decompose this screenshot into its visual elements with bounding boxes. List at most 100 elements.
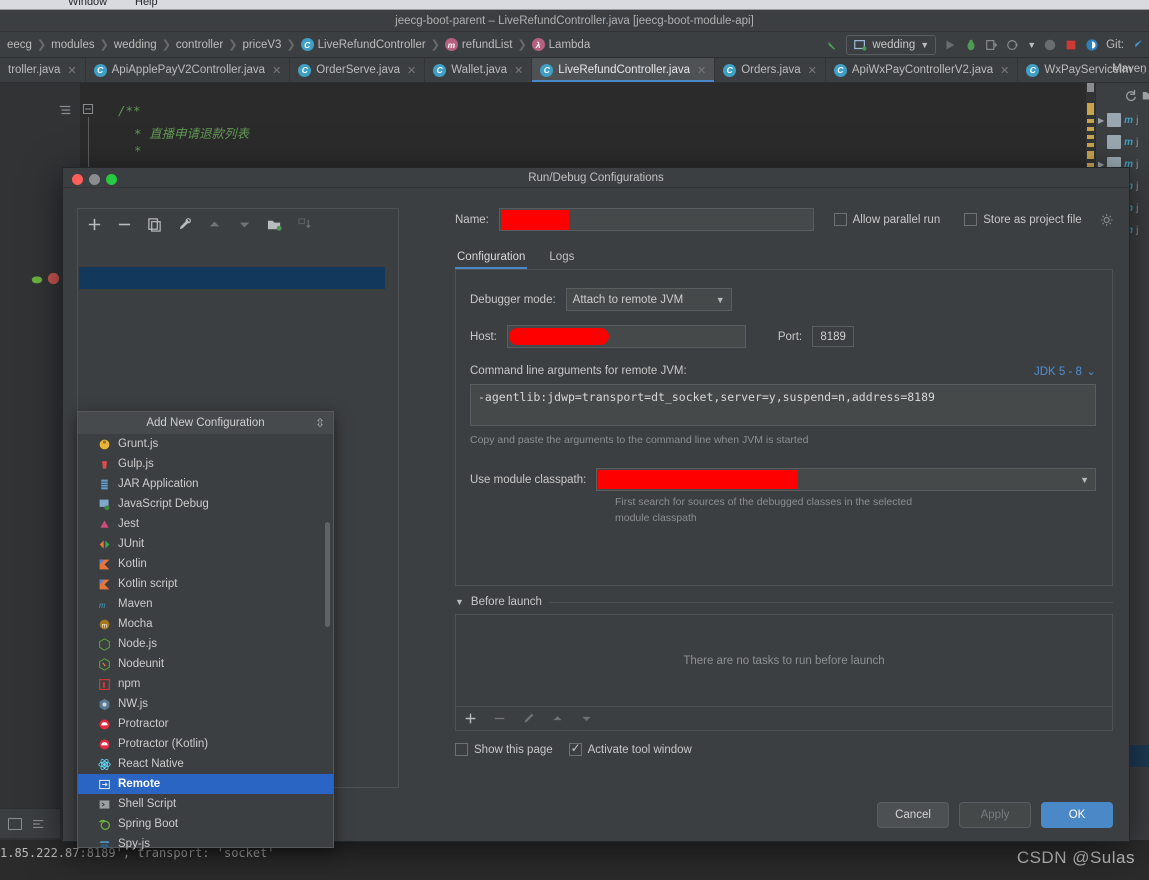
move-task-up-icon[interactable]: [551, 712, 564, 725]
checkbox-box-checked[interactable]: [568, 741, 582, 757]
folder-icon[interactable]: [1142, 89, 1149, 101]
fold-collapse-icon[interactable]: [82, 103, 94, 115]
breadcrumb-item[interactable]: C LiveRefundController: [296, 38, 431, 51]
git-update-icon[interactable]: [1131, 38, 1145, 52]
back-arrow-icon[interactable]: [825, 38, 839, 52]
list-item[interactable]: React Native: [78, 754, 333, 774]
breadcrumb-item[interactable]: eecg: [2, 39, 37, 51]
fold-lines-icon[interactable]: [58, 103, 72, 117]
editor-tab[interactable]: C Orders.java ✕: [715, 58, 826, 82]
structure-icon[interactable]: [32, 818, 46, 830]
list-item[interactable]: NW.js: [78, 694, 333, 714]
list-item[interactable]: Kotlin: [78, 554, 333, 574]
before-launch-header[interactable]: ▼ Before launch: [455, 596, 1113, 608]
close-icon[interactable]: ✕: [697, 64, 706, 77]
run-with-coverage-icon[interactable]: [985, 38, 999, 52]
folder-add-icon[interactable]: [267, 217, 282, 232]
search-everywhere-icon[interactable]: [1085, 38, 1099, 52]
debugger-mode-select[interactable]: Attach to remote JVM ▼: [565, 288, 732, 312]
maven-tree-row[interactable]: ▶ m j: [1098, 113, 1138, 127]
macos-menu-window[interactable]: Window: [68, 0, 107, 8]
apply-button[interactable]: Apply: [959, 801, 1031, 828]
list-item[interactable]: Protractor: [78, 714, 333, 734]
close-icon[interactable]: ✕: [272, 64, 281, 77]
run-icon[interactable]: [943, 38, 957, 52]
run-configuration-selector[interactable]: wedding ▼: [846, 35, 937, 55]
list-item[interactable]: Jest: [78, 514, 333, 534]
close-window-button[interactable]: [72, 174, 83, 185]
close-icon[interactable]: ✕: [514, 64, 523, 77]
allow-parallel-run-checkbox[interactable]: Allow parallel run: [833, 213, 940, 227]
list-item[interactable]: Spy-js: [78, 834, 333, 854]
port-input[interactable]: 8189: [812, 326, 855, 348]
maven-tree-row[interactable]: ▶ m j: [1098, 135, 1138, 149]
editor-tab[interactable]: C ApiApplePayV2Controller.java ✕: [86, 58, 291, 82]
remove-icon[interactable]: [117, 217, 132, 232]
store-as-project-file-checkbox[interactable]: Store as project file: [964, 213, 1082, 227]
collapse-arrow-icon[interactable]: ▼: [455, 597, 464, 607]
chevron-down-icon[interactable]: ▼: [1027, 40, 1036, 50]
expand-arrow-icon[interactable]: ▶: [1098, 116, 1104, 125]
profiler-icon[interactable]: [1006, 38, 1020, 52]
editor-tab[interactable]: C OrderServe.java ✕: [290, 58, 426, 82]
maximize-window-button[interactable]: [106, 174, 117, 185]
breadcrumb-item[interactable]: λ Lambda: [527, 38, 596, 51]
checkbox-box[interactable]: [964, 213, 978, 227]
breadcrumb-item[interactable]: priceV3: [237, 39, 286, 51]
debug-icon[interactable]: [964, 38, 978, 52]
popup-scrollbar[interactable]: [325, 522, 330, 628]
list-item[interactable]: Grunt.js: [78, 434, 333, 454]
name-input[interactable]: [498, 208, 814, 232]
list-item[interactable]: m Mocha: [78, 614, 333, 634]
list-item[interactable]: m Maven: [78, 594, 333, 614]
list-item[interactable]: JAR Application: [78, 474, 333, 494]
close-icon[interactable]: ✕: [1000, 64, 1009, 77]
breadcrumb-item[interactable]: controller: [171, 39, 228, 51]
jdk-selector[interactable]: JDK 5 - 8 ⌄: [1034, 362, 1096, 380]
bean-gutter-icon[interactable]: [30, 272, 44, 286]
move-down-icon[interactable]: [237, 217, 252, 232]
stop-red-icon[interactable]: [1064, 38, 1078, 52]
list-item[interactable]: Node.js: [78, 634, 333, 654]
editor-tab-active[interactable]: C LiveRefundController.java ✕: [532, 58, 716, 82]
edit-task-icon[interactable]: [522, 712, 535, 725]
move-up-icon[interactable]: [207, 217, 222, 232]
tab-logs[interactable]: Logs: [547, 247, 576, 269]
list-item[interactable]: JUnit: [78, 534, 333, 554]
add-task-icon[interactable]: [464, 712, 477, 725]
breadcrumb-item[interactable]: m refundList: [440, 38, 518, 51]
list-item[interactable]: npm: [78, 674, 333, 694]
editor-tab[interactable]: C Wallet.java ✕: [425, 58, 533, 82]
remove-task-icon[interactable]: [493, 712, 506, 725]
list-item[interactable]: Shell Script: [78, 794, 333, 814]
close-icon[interactable]: ✕: [407, 64, 416, 77]
copy-icon[interactable]: [147, 217, 162, 232]
list-item-selected-remote[interactable]: Remote: [78, 774, 333, 795]
checkbox-box[interactable]: [833, 213, 847, 227]
list-item[interactable]: Gulp.js: [78, 454, 333, 474]
sort-icon[interactable]: [297, 217, 312, 232]
add-icon[interactable]: [87, 217, 102, 232]
edit-templates-icon[interactable]: [177, 217, 192, 232]
move-task-down-icon[interactable]: [580, 712, 593, 725]
show-this-page-checkbox[interactable]: Show this page: [455, 743, 553, 757]
breadcrumb-item[interactable]: wedding: [109, 39, 162, 51]
gear-icon[interactable]: [1100, 213, 1113, 227]
list-item[interactable]: Kotlin script: [78, 574, 333, 594]
cancel-button[interactable]: Cancel: [877, 801, 949, 828]
host-input[interactable]: [506, 325, 746, 349]
refresh-icon[interactable]: [1124, 89, 1138, 103]
configuration-list-selected-row[interactable]: [79, 267, 385, 290]
list-item[interactable]: Spring Boot: [78, 814, 333, 834]
close-icon[interactable]: ✕: [808, 64, 817, 77]
list-item[interactable]: JavaScript Debug: [78, 494, 333, 514]
cmdline-args-field[interactable]: -agentlib:jdwp=transport=dt_socket,serve…: [470, 384, 1096, 427]
checkbox-box[interactable]: [455, 743, 468, 757]
configuration-type-list[interactable]: Grunt.js Gulp.js JAR Application JavaScr…: [78, 434, 333, 854]
breakpoint-icon[interactable]: [46, 271, 61, 286]
project-view-icon[interactable]: [8, 817, 22, 830]
close-icon[interactable]: ✕: [67, 64, 76, 77]
editor-tab[interactable]: troller.java ✕: [0, 58, 86, 82]
editor-tab[interactable]: C ApiWxPayControllerV2.java ✕: [826, 58, 1019, 82]
activate-tool-window-checkbox[interactable]: Activate tool window: [568, 741, 692, 757]
